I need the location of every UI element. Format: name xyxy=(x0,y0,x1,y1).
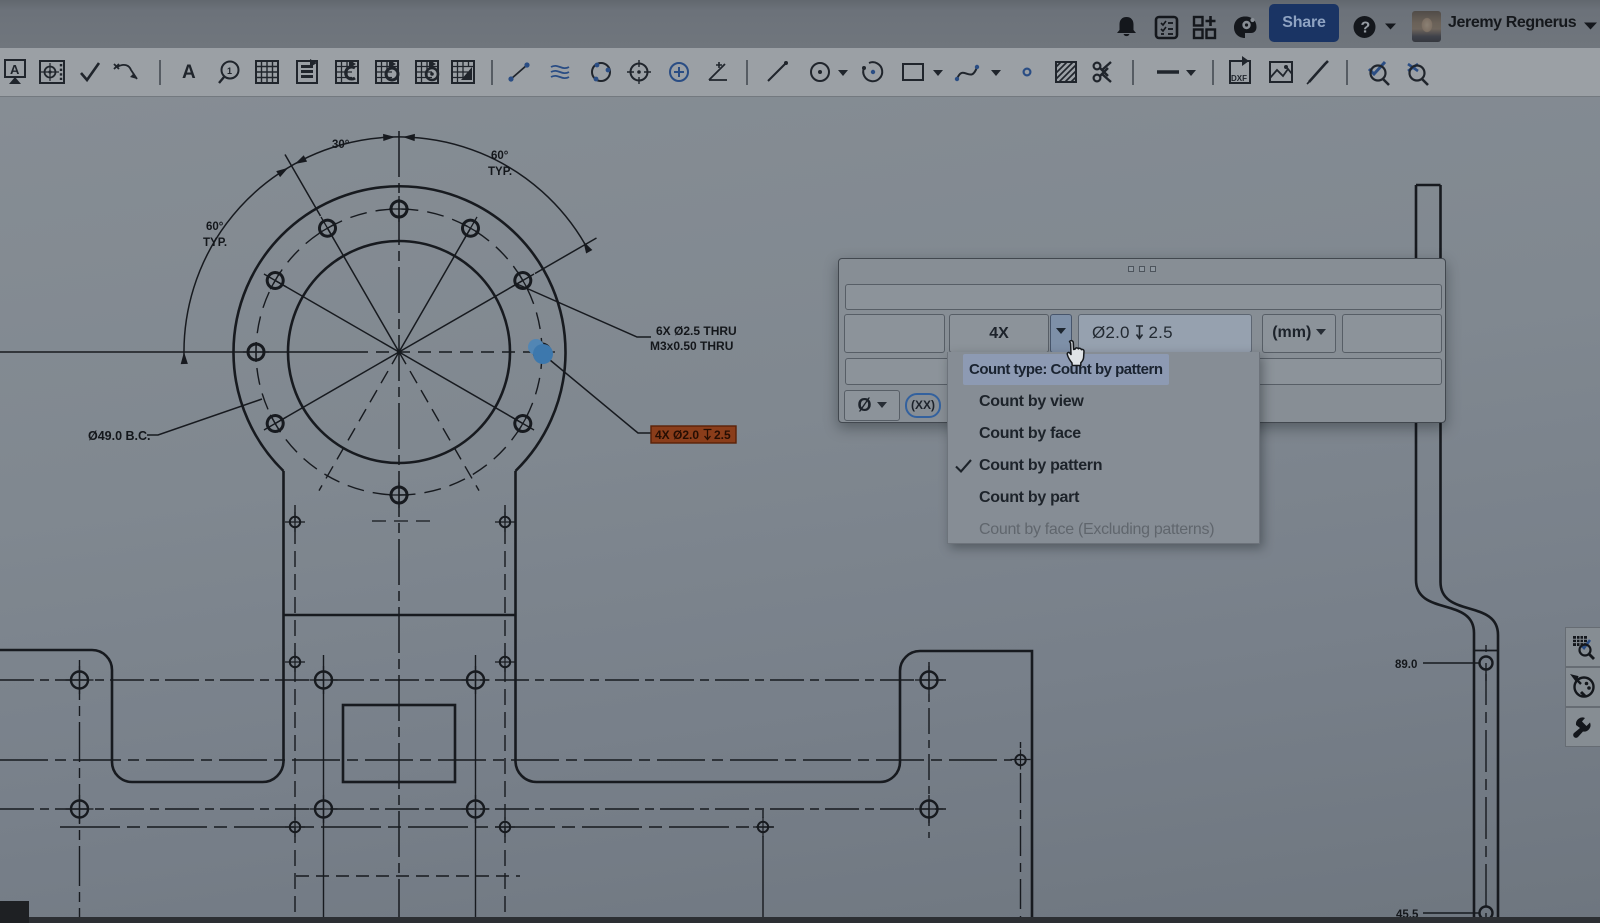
svg-text:89.0: 89.0 xyxy=(1395,659,1417,671)
svg-text:?: ? xyxy=(1361,20,1371,37)
svg-text:4X Ø2.0: 4X Ø2.0 xyxy=(655,428,699,442)
svg-text:60°: 60° xyxy=(491,150,509,162)
svg-text:1: 1 xyxy=(227,66,232,76)
svg-text:60°: 60° xyxy=(206,221,224,233)
svg-text:TYP.: TYP. xyxy=(488,166,512,178)
svg-text:30°: 30° xyxy=(332,139,350,151)
svg-text:DXF: DXF xyxy=(1231,74,1247,83)
svg-text:2.5: 2.5 xyxy=(714,428,731,442)
svg-text:A: A xyxy=(10,62,20,77)
svg-text:TYP.: TYP. xyxy=(203,237,227,249)
svg-text:A: A xyxy=(182,62,196,83)
svg-text:M3x0.50 THRU: M3x0.50 THRU xyxy=(650,339,733,353)
svg-text:6X Ø2.5 THRU: 6X Ø2.5 THRU xyxy=(656,324,737,338)
svg-text:Ø49.0 B.C.: Ø49.0 B.C. xyxy=(88,429,151,443)
